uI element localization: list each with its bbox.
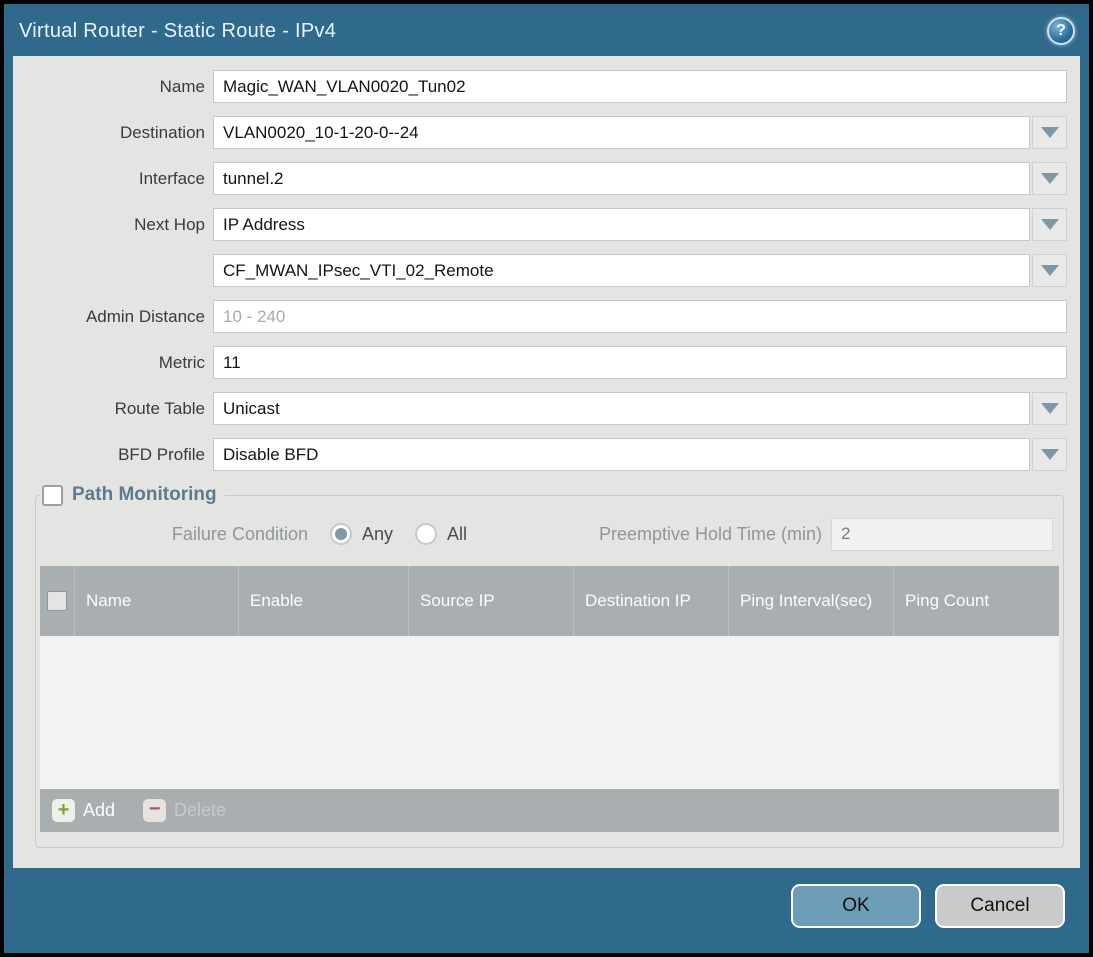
failure-condition-option-label-all: All: [447, 524, 467, 545]
column-header-ping-count: Ping Count: [893, 566, 1059, 636]
column-header-destination-ip: Destination IP: [573, 566, 728, 636]
bfd-profile-label: BFD Profile: [13, 445, 205, 465]
path-monitoring-legend: Path Monitoring: [40, 484, 225, 506]
chevron-down-icon: [1041, 403, 1059, 414]
title-bar: Virtual Router - Static Route - IPv4 ?: [4, 4, 1089, 56]
interface-field: [213, 162, 1067, 195]
form-row-metric: Metric: [13, 346, 1067, 379]
form-row-bfd-profile: BFD Profile: [13, 438, 1067, 471]
plus-icon: +: [52, 799, 75, 822]
table-footer: + Add − Delete: [40, 789, 1059, 832]
path-monitoring-section: Path Monitoring Failure Condition Any All…: [35, 484, 1064, 848]
name-label: Name: [13, 77, 205, 97]
failure-condition-options: Any All: [308, 523, 467, 545]
form-rows: Name Destination Interface Next Hop Admin Di…: [13, 70, 1080, 471]
help-glyph: ?: [1056, 22, 1066, 40]
chevron-down-icon: [1041, 265, 1059, 276]
cancel-button[interactable]: Cancel: [935, 884, 1065, 928]
delete-button[interactable]: − Delete: [143, 799, 226, 822]
bfd-profile-dropdown-button[interactable]: [1032, 438, 1067, 471]
metric-field: [213, 346, 1067, 379]
failure-condition-label: Failure Condition: [40, 524, 308, 545]
ok-button[interactable]: OK: [791, 884, 921, 928]
bottom-bar: OK Cancel: [4, 868, 1089, 953]
form-row-destination: Destination: [13, 116, 1067, 149]
form-row-admin-distance: Admin Distance: [13, 300, 1067, 333]
bfd-profile-input[interactable]: [213, 438, 1030, 471]
radio-selected-dot: [335, 528, 347, 540]
admin-distance-input[interactable]: [213, 300, 1067, 333]
route-table-field: [213, 392, 1067, 425]
next-hop-type-dropdown-button[interactable]: [1032, 208, 1067, 241]
destination-input[interactable]: [213, 116, 1030, 149]
chevron-down-icon: [1041, 219, 1059, 230]
preemptive-hold-time-label: Preemptive Hold Time (min): [599, 524, 822, 545]
help-icon[interactable]: ?: [1047, 17, 1075, 45]
destination-field: [213, 116, 1067, 149]
table-header-checkbox-cell: [40, 566, 74, 636]
minus-icon: −: [143, 799, 166, 822]
path-monitoring-checkbox[interactable]: [42, 485, 63, 506]
interface-input[interactable]: [213, 162, 1030, 195]
form-row-route-table: Route Table: [13, 392, 1067, 425]
dialog-body: Name Destination Interface Next Hop Admin Di…: [13, 56, 1080, 868]
admin-distance-label: Admin Distance: [13, 307, 205, 327]
failure-condition-radio-any[interactable]: [330, 523, 352, 545]
table-header-row: NameEnableSource IPDestination IPPing In…: [40, 566, 1059, 636]
failure-condition-radio-all[interactable]: [415, 523, 437, 545]
form-row-interface: Interface: [13, 162, 1067, 195]
next-hop-type-label: Next Hop: [13, 215, 205, 235]
screen: Virtual Router - Static Route - IPv4 ? N…: [0, 0, 1093, 957]
dialog-title: Virtual Router - Static Route - IPv4: [19, 20, 336, 43]
failure-condition-option-label-any: Any: [362, 524, 393, 545]
name-input[interactable]: [213, 70, 1067, 103]
failure-condition-row: Failure Condition Any All Preemptive Hold…: [40, 516, 1059, 552]
chevron-down-icon: [1041, 127, 1059, 138]
path-monitoring-table: NameEnableSource IPDestination IPPing In…: [40, 566, 1059, 832]
chevron-down-icon: [1041, 449, 1059, 460]
select-all-checkbox[interactable]: [47, 591, 67, 611]
column-header-enable: Enable: [238, 566, 408, 636]
admin-distance-field: [213, 300, 1067, 333]
next-hop-type-input[interactable]: [213, 208, 1030, 241]
form-row-next-hop-address: [13, 254, 1067, 287]
next-hop-address-dropdown-button[interactable]: [1032, 254, 1067, 287]
table-body-empty: [40, 636, 1059, 789]
route-table-label: Route Table: [13, 399, 205, 419]
route-table-input[interactable]: [213, 392, 1030, 425]
name-field: [213, 70, 1067, 103]
form-row-next-hop-type: Next Hop: [13, 208, 1067, 241]
preemptive-hold-time-input[interactable]: [831, 518, 1053, 551]
dialog-window: Virtual Router - Static Route - IPv4 ? N…: [4, 4, 1089, 953]
route-table-dropdown-button[interactable]: [1032, 392, 1067, 425]
metric-label: Metric: [13, 353, 205, 373]
next-hop-type-field: [213, 208, 1067, 241]
next-hop-address-input[interactable]: [213, 254, 1030, 287]
path-monitoring-title: Path Monitoring: [72, 484, 217, 506]
delete-button-label: Delete: [174, 800, 226, 821]
destination-dropdown-button[interactable]: [1032, 116, 1067, 149]
column-header-source-ip: Source IP: [408, 566, 573, 636]
metric-input[interactable]: [213, 346, 1067, 379]
interface-label: Interface: [13, 169, 205, 189]
chevron-down-icon: [1041, 173, 1059, 184]
destination-label: Destination: [13, 123, 205, 143]
add-button-label: Add: [83, 800, 115, 821]
form-row-name: Name: [13, 70, 1067, 103]
bfd-profile-field: [213, 438, 1067, 471]
next-hop-address-field: [213, 254, 1067, 287]
add-button[interactable]: + Add: [52, 799, 115, 822]
column-header-ping-interval-sec-: Ping Interval(sec): [728, 566, 893, 636]
column-header-name: Name: [74, 566, 238, 636]
interface-dropdown-button[interactable]: [1032, 162, 1067, 195]
